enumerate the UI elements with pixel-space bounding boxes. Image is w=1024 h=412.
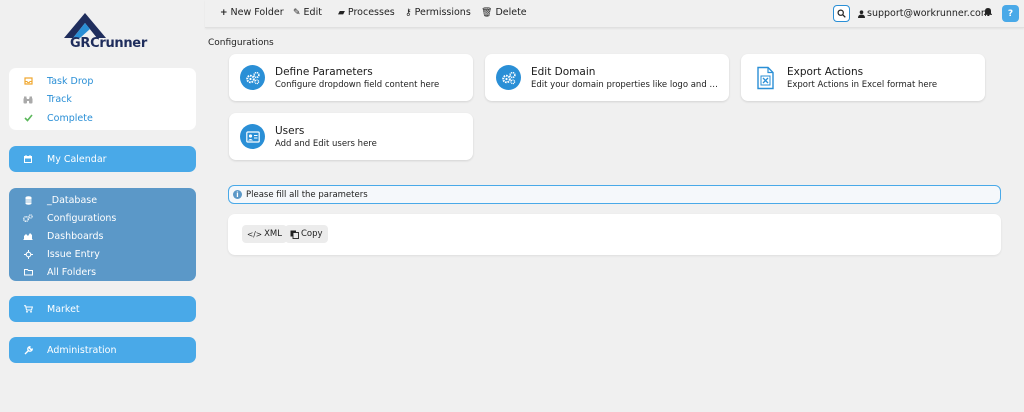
sidebar-item-configurations[interactable]: Configurations	[9, 209, 196, 227]
card-subtitle: Add and Edit users here	[275, 138, 377, 149]
sidebar-item-administration[interactable]: Administration	[9, 337, 196, 363]
edit-label: Edit	[303, 7, 322, 18]
edit-button[interactable]: ✎ Edit	[293, 7, 322, 18]
excel-file-icon	[752, 65, 777, 90]
copy-button[interactable]: Copy	[285, 225, 328, 243]
notifications-button[interactable]	[984, 7, 992, 19]
sidebar-item-my-calendar[interactable]: My Calendar	[9, 146, 196, 172]
permissions-label: Permissions	[414, 7, 471, 18]
user-card-icon	[240, 124, 265, 149]
card-title: Users	[275, 124, 305, 137]
sidebar-item-label: Market	[47, 303, 80, 315]
sidebar-item-label: Track	[47, 94, 72, 106]
inbox-icon	[17, 77, 39, 85]
card-users[interactable]: Users Add and Edit users here	[229, 113, 473, 160]
card-title: Export Actions	[787, 65, 864, 78]
user-email: support@workrunner.com	[867, 8, 991, 19]
info-text: Please fill all the parameters	[246, 189, 368, 200]
user-icon	[858, 9, 865, 18]
sidebar-item-label: My Calendar	[47, 153, 107, 165]
search-button[interactable]	[833, 5, 850, 22]
sidebar-item-track[interactable]: Track	[9, 91, 196, 110]
wrench-icon	[17, 345, 39, 355]
code-icon: </>	[247, 229, 263, 239]
card-export-actions[interactable]: Export Actions Export Actions in Excel f…	[741, 54, 985, 101]
cart-icon	[17, 305, 39, 313]
sidebar-item-market[interactable]: Market	[9, 296, 196, 322]
help-icon: ?	[1007, 8, 1014, 19]
crosshair-icon	[17, 249, 39, 259]
sidebar-item-label: All Folders	[47, 266, 97, 278]
info-icon: i	[233, 190, 242, 199]
breadcrumb[interactable]: Configurations	[208, 38, 274, 48]
toolbar: + New Folder ✎ Edit ▰ Processes ⚷ Permis…	[205, 0, 1024, 28]
sidebar-item-label: Administration	[47, 344, 117, 356]
copy-label: Copy	[301, 229, 323, 239]
sidebar-item-label: Complete	[47, 112, 93, 124]
folder-icon	[17, 268, 39, 276]
folders-panel: _Database Configurations Dashboards Issu…	[9, 188, 196, 281]
plus-icon: +	[220, 7, 228, 18]
gears-icon	[17, 214, 39, 222]
logo-text: GRCrunner	[70, 36, 147, 51]
info-message: i Please fill all the parameters	[228, 185, 1001, 204]
sidebar-item-issue-entry[interactable]: Issue Entry	[9, 245, 196, 263]
sidebar-item-label: Configurations	[47, 212, 117, 224]
card-subtitle: Edit your domain properties like logo an…	[531, 79, 721, 90]
card-title: Edit Domain	[531, 65, 596, 78]
check-icon	[17, 114, 39, 122]
book-icon: ▰	[338, 7, 345, 18]
copy-icon	[290, 230, 299, 239]
card-subtitle: Configure dropdown field content here	[275, 79, 440, 90]
delete-label: Delete	[495, 7, 527, 18]
sidebar: GRCrunner Task Drop Track Complete My Ca…	[0, 0, 205, 412]
card-edit-domain[interactable]: Edit Domain Edit your domain properties …	[485, 54, 729, 101]
processes-button[interactable]: ▰ Processes	[338, 7, 395, 18]
sidebar-item-task-drop[interactable]: Task Drop	[9, 72, 196, 91]
card-define-parameters[interactable]: Define Parameters Configure dropdown fie…	[229, 54, 473, 101]
new-folder-label: New Folder	[230, 7, 284, 18]
sidebar-item-all-folders[interactable]: All Folders	[9, 263, 196, 281]
calendar-icon	[17, 155, 39, 163]
sidebar-item-label: _Database	[47, 194, 98, 206]
user-account[interactable]: support@workrunner.com	[858, 8, 990, 19]
pencil-icon: ✎	[293, 7, 301, 18]
trash-icon: 🗑	[481, 7, 493, 18]
content-panel: </> XML Copy	[228, 214, 1001, 255]
xml-label: XML	[264, 229, 283, 239]
xml-button[interactable]: </> XML	[242, 225, 288, 243]
help-button[interactable]: ?	[1002, 5, 1019, 22]
sidebar-item-dashboards[interactable]: Dashboards	[9, 227, 196, 245]
area-chart-icon	[17, 232, 39, 240]
binoculars-icon	[17, 96, 39, 104]
gears-icon	[496, 65, 521, 90]
database-icon	[17, 195, 39, 205]
sidebar-item-database[interactable]: _Database	[9, 191, 196, 209]
sidebar-item-label: Task Drop	[47, 75, 94, 87]
grcrunner-logo[interactable]: GRCrunner	[52, 10, 152, 52]
gears-icon	[240, 65, 265, 90]
key-icon: ⚷	[405, 7, 412, 18]
sidebar-item-label: Dashboards	[47, 230, 104, 242]
bell-icon	[984, 8, 992, 17]
sidebar-item-complete[interactable]: Complete	[9, 109, 196, 128]
new-folder-button[interactable]: + New Folder	[220, 7, 284, 18]
quick-panel: Task Drop Track Complete	[9, 68, 196, 130]
card-title: Define Parameters	[275, 65, 373, 78]
delete-button[interactable]: 🗑 Delete	[481, 7, 527, 18]
sidebar-item-label: Issue Entry	[47, 248, 100, 260]
processes-label: Processes	[347, 7, 395, 18]
search-icon	[837, 9, 846, 18]
permissions-button[interactable]: ⚷ Permissions	[405, 7, 471, 18]
card-subtitle: Export Actions in Excel format here	[787, 79, 938, 90]
